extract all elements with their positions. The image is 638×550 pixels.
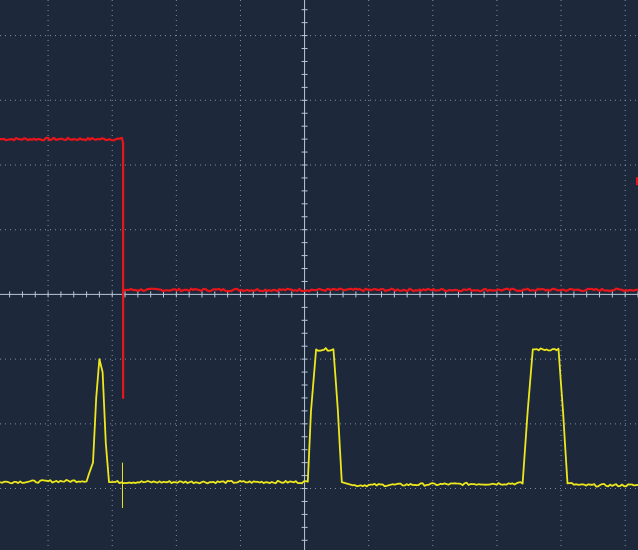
- screen-background: [0, 0, 638, 550]
- oscilloscope-screen: [0, 0, 638, 550]
